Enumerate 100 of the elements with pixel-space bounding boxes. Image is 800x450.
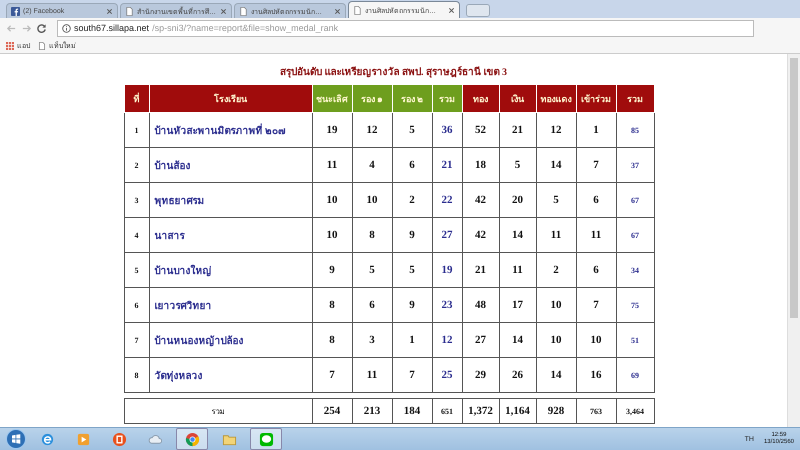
column-header: ทอง	[462, 84, 499, 112]
table-cell: 10	[576, 322, 616, 358]
total-cell: 254	[312, 398, 352, 424]
school-link[interactable]: เยาวรศวิทยา	[149, 288, 312, 322]
school-link[interactable]: บ้านหนองหญ้าปล้อง	[149, 322, 312, 358]
table-cell: 9	[392, 218, 432, 252]
url-path: /sp-sni3/?name=report&file=show_medal_rank	[152, 23, 338, 33]
page-icon	[38, 42, 46, 50]
table-cell: 5	[392, 112, 432, 148]
column-header: รวม	[432, 84, 462, 112]
table-cell: 10	[312, 182, 352, 218]
apps-grid-icon	[6, 42, 14, 50]
school-link[interactable]: พุทธยาศรม	[149, 182, 312, 218]
close-icon[interactable]	[220, 8, 227, 14]
column-header: ที่	[124, 84, 149, 112]
table-cell: 25	[432, 358, 462, 392]
total-cell: 1,372	[462, 398, 499, 424]
column-header: ชนะเลิศ	[312, 84, 352, 112]
school-link[interactable]: วัดทุ่งหลวง	[149, 358, 312, 392]
table-cell: 22	[432, 182, 462, 218]
table-cell: 8	[352, 218, 392, 252]
table-cell: 5	[352, 252, 392, 288]
table-cell: 14	[499, 322, 536, 358]
report-title: สรุปอันดับ และเหรียญรางวัล สพป. สุราษฎร์ธานี เขต 3	[280, 65, 507, 79]
school-link[interactable]: บ้านบางใหญ่	[149, 252, 312, 288]
table-cell: 11	[576, 218, 616, 252]
table-cell: 3	[352, 322, 392, 358]
table-cell: 2	[536, 252, 576, 288]
total-cell: 213	[352, 398, 392, 424]
table-cell: 20	[499, 182, 536, 218]
table-cell: 48	[462, 288, 499, 322]
table-cell: 8	[312, 322, 352, 358]
table-cell: 9	[392, 288, 432, 322]
url-domain: south67.sillapa.net	[74, 23, 150, 33]
rank-cell: 6	[124, 288, 149, 322]
total-cell: 651	[432, 398, 462, 424]
total-cell: 1,164	[499, 398, 536, 424]
page-icon	[125, 6, 134, 16]
total-cell: 928	[536, 398, 576, 424]
close-icon[interactable]	[334, 8, 341, 14]
total-cell: 184	[392, 398, 432, 424]
table-cell: 12	[352, 112, 392, 148]
school-link[interactable]: บ้านส้อง	[149, 148, 312, 182]
table-cell: 2	[392, 182, 432, 218]
page-icon	[353, 6, 362, 14]
rank-cell: 2	[124, 148, 149, 182]
table-cell: 10	[536, 322, 576, 358]
table-cell: 37	[616, 148, 654, 182]
table-cell: 11	[536, 218, 576, 252]
address-bar[interactable]: south67.sillapa.net /sp-sni3/?name=report&file=show_medal_rank	[57, 20, 754, 36]
table-cell: 11	[312, 148, 352, 182]
total-label: รวม	[124, 398, 312, 424]
reload-icon[interactable]	[36, 22, 47, 34]
table-cell: 5	[392, 252, 432, 288]
start-button-icon[interactable]	[6, 429, 26, 449]
table-cell: 5	[499, 148, 536, 182]
forward-arrow-icon[interactable]	[21, 22, 32, 34]
office-icon	[112, 432, 126, 446]
page-icon	[239, 6, 248, 16]
table-cell: 21	[499, 112, 536, 148]
table-cell: 67	[616, 218, 654, 252]
close-icon[interactable]	[106, 8, 113, 14]
table-cell: 12	[432, 322, 462, 358]
table-cell: 7	[312, 358, 352, 392]
table-cell: 9	[312, 252, 352, 288]
table-cell: 14	[536, 148, 576, 182]
table-cell: 10	[352, 182, 392, 218]
table-cell: 6	[576, 182, 616, 218]
facebook-icon	[11, 6, 20, 16]
back-arrow-icon[interactable]	[6, 22, 17, 34]
school-link[interactable]: นาสาร	[149, 218, 312, 252]
table-cell: 34	[616, 252, 654, 288]
column-header: ทองแดง	[536, 84, 576, 112]
taskbar-app[interactable]	[176, 428, 208, 450]
table-cell: 42	[462, 182, 499, 218]
table-cell: 19	[312, 112, 352, 148]
table-cell: 10	[312, 218, 352, 252]
column-header: รอง ๑	[352, 84, 392, 112]
table-cell: 8	[312, 288, 352, 322]
table-cell: 1	[392, 322, 432, 358]
play-icon	[76, 432, 90, 446]
total-cell: 763	[576, 398, 616, 424]
scrollbar[interactable]	[787, 54, 800, 427]
table-cell: 29	[462, 358, 499, 392]
info-icon	[62, 24, 71, 32]
table-cell: 21	[462, 252, 499, 288]
chat-bubble-icon	[258, 432, 274, 446]
close-icon[interactable]	[448, 6, 455, 14]
table-cell: 69	[616, 358, 654, 392]
school-link[interactable]: บ้านหัวสะพานมิตรภาพที่ ๒๐๗	[149, 112, 312, 148]
new-tab-button[interactable]	[466, 4, 490, 17]
table-cell: 6	[576, 252, 616, 288]
table-cell: 75	[616, 288, 654, 322]
table-cell: 52	[462, 112, 499, 148]
column-header: โรงเรียน	[149, 84, 312, 112]
table-cell: 27	[462, 322, 499, 358]
table-cell: 42	[462, 218, 499, 252]
rank-cell: 3	[124, 182, 149, 218]
table-cell: 12	[536, 112, 576, 148]
taskbar-app[interactable]	[250, 428, 282, 450]
